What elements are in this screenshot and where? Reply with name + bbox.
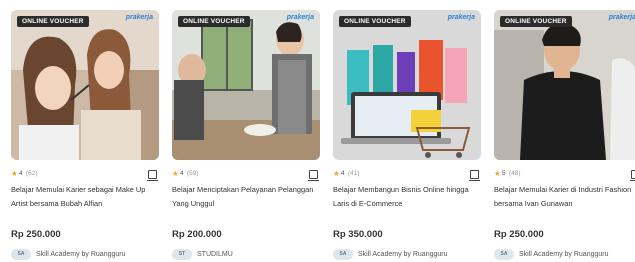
online-voucher-badge: ONLINE VOUCHER	[339, 16, 411, 27]
online-voucher-badge: ONLINE VOUCHER	[500, 16, 572, 27]
rating-value: 4	[180, 170, 184, 177]
course-card[interactable]: ONLINE VOUCHER prakerja ★ 5 (48) Belajar…	[494, 10, 635, 262]
bookmark-icon[interactable]	[147, 170, 158, 181]
course-title[interactable]: Belajar Memulai Karier di Industri Fashi…	[494, 183, 635, 211]
provider-logo: ST	[172, 249, 192, 260]
online-voucher-badge: ONLINE VOUCHER	[17, 16, 89, 27]
review-count: (41)	[348, 170, 360, 177]
course-card[interactable]: ONLINE VOUCHER prakerja ★ 4 (41) Belajar…	[333, 10, 481, 262]
provider: ST STUDILMU	[172, 249, 320, 261]
review-count: (62)	[26, 170, 38, 177]
provider: SA Skill Academy by Ruangguru	[11, 249, 159, 261]
provider-logo: SA	[11, 249, 31, 260]
provider-name: STUDILMU	[197, 251, 233, 258]
course-title[interactable]: Belajar Membangun Bisnis Online hingga L…	[333, 183, 479, 211]
star-icon: ★	[172, 169, 179, 178]
course-price: Rp 250.000	[494, 229, 544, 240]
course-thumbnail[interactable]: ONLINE VOUCHER prakerja	[172, 10, 320, 160]
rating-value: 5	[502, 170, 506, 177]
bookmark-icon[interactable]	[308, 170, 319, 181]
provider-name: Skill Academy by Ruangguru	[358, 251, 448, 258]
provider-name: Skill Academy by Ruangguru	[36, 251, 126, 258]
prakerja-logo: prakerja	[447, 14, 475, 21]
course-price: Rp 200.000	[172, 229, 222, 240]
course-thumbnail[interactable]: ONLINE VOUCHER prakerja	[333, 10, 481, 160]
course-thumbnail[interactable]: ONLINE VOUCHER prakerja	[494, 10, 635, 160]
provider: SA Skill Academy by Ruangguru	[333, 249, 481, 261]
rating-row: ★ 4 (59)	[172, 168, 320, 181]
prakerja-logo: prakerja	[286, 14, 314, 21]
course-card-row: ONLINE VOUCHER prakerja ★ 4 (62) Belajar…	[0, 0, 635, 262]
rating-row: ★ 5 (48)	[494, 168, 635, 181]
course-card[interactable]: ONLINE VOUCHER prakerja ★ 4 (59) Belajar…	[172, 10, 320, 262]
course-price: Rp 250.000	[11, 229, 61, 240]
rating-row: ★ 4 (62)	[11, 168, 159, 181]
course-card[interactable]: ONLINE VOUCHER prakerja ★ 4 (62) Belajar…	[11, 10, 159, 262]
star-icon: ★	[494, 169, 501, 178]
review-count: (48)	[509, 170, 521, 177]
star-icon: ★	[11, 169, 18, 178]
online-voucher-badge: ONLINE VOUCHER	[178, 16, 250, 27]
rating-row: ★ 4 (41)	[333, 168, 481, 181]
course-thumbnail[interactable]: ONLINE VOUCHER prakerja	[11, 10, 159, 160]
provider-logo: SA	[333, 249, 353, 260]
bookmark-icon[interactable]	[469, 170, 480, 181]
course-price: Rp 350.000	[333, 229, 383, 240]
bookmark-icon[interactable]	[630, 170, 635, 181]
review-count: (59)	[187, 170, 199, 177]
course-title[interactable]: Belajar Memulai Karier sebagai Make Up A…	[11, 183, 157, 211]
provider-name: Skill Academy by Ruangguru	[519, 251, 609, 258]
prakerja-logo: prakerja	[125, 14, 153, 21]
star-icon: ★	[333, 169, 340, 178]
rating-value: 4	[341, 170, 345, 177]
provider-logo: SA	[494, 249, 514, 260]
rating-value: 4	[19, 170, 23, 177]
course-title[interactable]: Belajar Menciptakan Pelayanan Pelanggan …	[172, 183, 318, 211]
prakerja-logo: prakerja	[608, 14, 635, 21]
provider: SA Skill Academy by Ruangguru	[494, 249, 635, 261]
